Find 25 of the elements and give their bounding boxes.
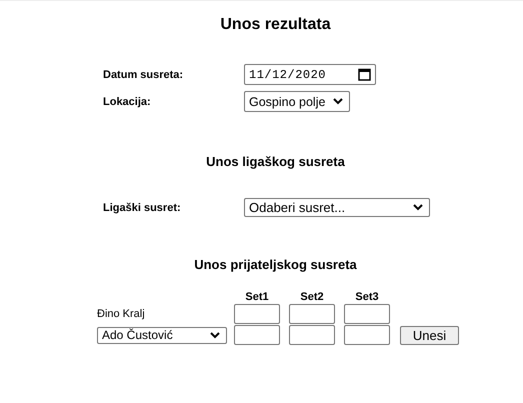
date-field[interactable]: 11/12/2020	[244, 64, 376, 85]
score-field[interactable]	[234, 325, 280, 345]
caret-icon	[333, 98, 343, 105]
score-field[interactable]	[289, 304, 335, 324]
column-header: Set3	[354, 291, 380, 303]
submit-button[interactable]: Unesi	[400, 326, 459, 344]
player-dropdown[interactable]: Ado Čustović	[97, 326, 227, 344]
score-field[interactable]	[289, 325, 335, 345]
calendar-icon	[358, 68, 371, 81]
caret-icon	[210, 332, 220, 338]
caret-icon	[413, 204, 423, 211]
match-dropdown[interactable]: Odaberi susret...	[244, 198, 430, 217]
field-label: Datum susreta:	[103, 68, 184, 80]
page-title: Unos rezultata	[219, 16, 332, 34]
column-header: Set1	[244, 291, 270, 303]
section-heading: Unos ligaškog susreta	[205, 154, 346, 169]
location-dropdown[interactable]: Gospino polje	[244, 91, 350, 112]
score-field[interactable]	[344, 325, 390, 345]
score-field[interactable]	[234, 304, 280, 324]
section-heading: Unos prijateljskog susreta	[193, 257, 358, 272]
field-label: Ligaški susret:	[103, 202, 182, 214]
score-field[interactable]	[344, 304, 390, 324]
player-name: Đino Kralj	[97, 308, 146, 320]
field-label: Lokacija:	[103, 96, 152, 108]
column-header: Set2	[299, 291, 325, 303]
